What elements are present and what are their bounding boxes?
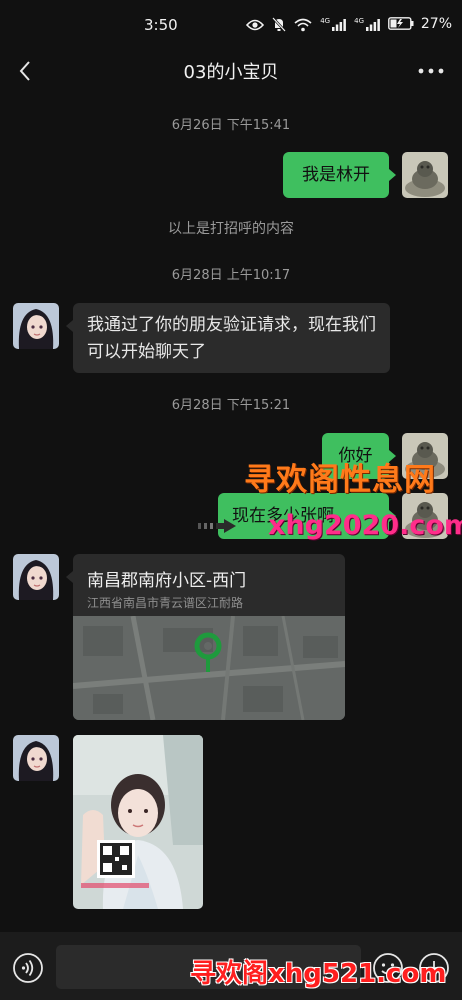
watermark-bottom: 寻欢阁xhg521.com	[190, 959, 447, 989]
location-address: 江西省南昌市青云谱区江耐路	[87, 596, 244, 610]
avatar-contact-image	[13, 735, 59, 781]
watermark-text: 寻欢阁性息网	[244, 462, 436, 498]
location-name: 南昌郡南府小区-西门	[87, 571, 247, 591]
photo-message[interactable]	[73, 735, 203, 909]
avatar-contact[interactable]	[13, 735, 59, 781]
status-icons: 4G 4G	[246, 17, 380, 32]
signal-icon	[366, 18, 380, 31]
status-time: 3:50	[144, 16, 178, 34]
more-dots-icon[interactable]	[418, 67, 444, 75]
battery-percent: 27%	[420, 16, 452, 32]
network-label-1: 4G	[320, 16, 331, 25]
message-bubble-received[interactable]: 我通过了你的朋友验证请求，现在我们可以开始聊天了	[73, 303, 390, 373]
avatar-self[interactable]	[402, 152, 448, 198]
mute-bell-icon	[272, 17, 287, 32]
battery	[388, 17, 414, 30]
bubble-tail	[389, 169, 396, 181]
voice-icon[interactable]	[12, 952, 44, 984]
arrow-decoration	[198, 519, 236, 533]
signal-icon	[332, 18, 347, 31]
avatar-contact-image	[13, 554, 59, 600]
avatar-contact-image	[13, 303, 59, 349]
location-map	[73, 616, 345, 720]
avatar-self-image	[402, 152, 448, 198]
location-card[interactable]: 南昌郡南府小区-西门 江西省南昌市青云谱区江耐路	[73, 554, 345, 720]
system-message: 以上是打招呼的内容	[168, 221, 294, 237]
timestamp: 6月28日 下午15:21	[171, 398, 291, 413]
timestamp: 6月26日 下午15:41	[171, 118, 291, 133]
chat-title: 03的小宝贝	[183, 62, 279, 83]
eye-icon	[246, 19, 265, 30]
message-text: 我通过了你的朋友验证请求，现在我们可以开始聊天了	[87, 315, 376, 362]
bubble-tail	[66, 571, 73, 583]
timestamp: 6月28日 上午10:17	[171, 268, 291, 283]
photo-image	[73, 735, 203, 909]
status-bar: 3:50 4G 4G 27%	[0, 0, 462, 48]
avatar-contact[interactable]	[13, 554, 59, 600]
watermark-url: xhg2020.com	[268, 510, 462, 541]
avatar-contact[interactable]	[13, 303, 59, 349]
bubble-tail	[66, 320, 73, 332]
message-text: 我是林开	[302, 164, 370, 185]
network-label-2: 4G	[354, 16, 364, 25]
message-bubble-sent[interactable]: 我是林开	[283, 152, 389, 198]
wifi-icon	[294, 18, 312, 31]
battery-icon	[388, 17, 414, 30]
